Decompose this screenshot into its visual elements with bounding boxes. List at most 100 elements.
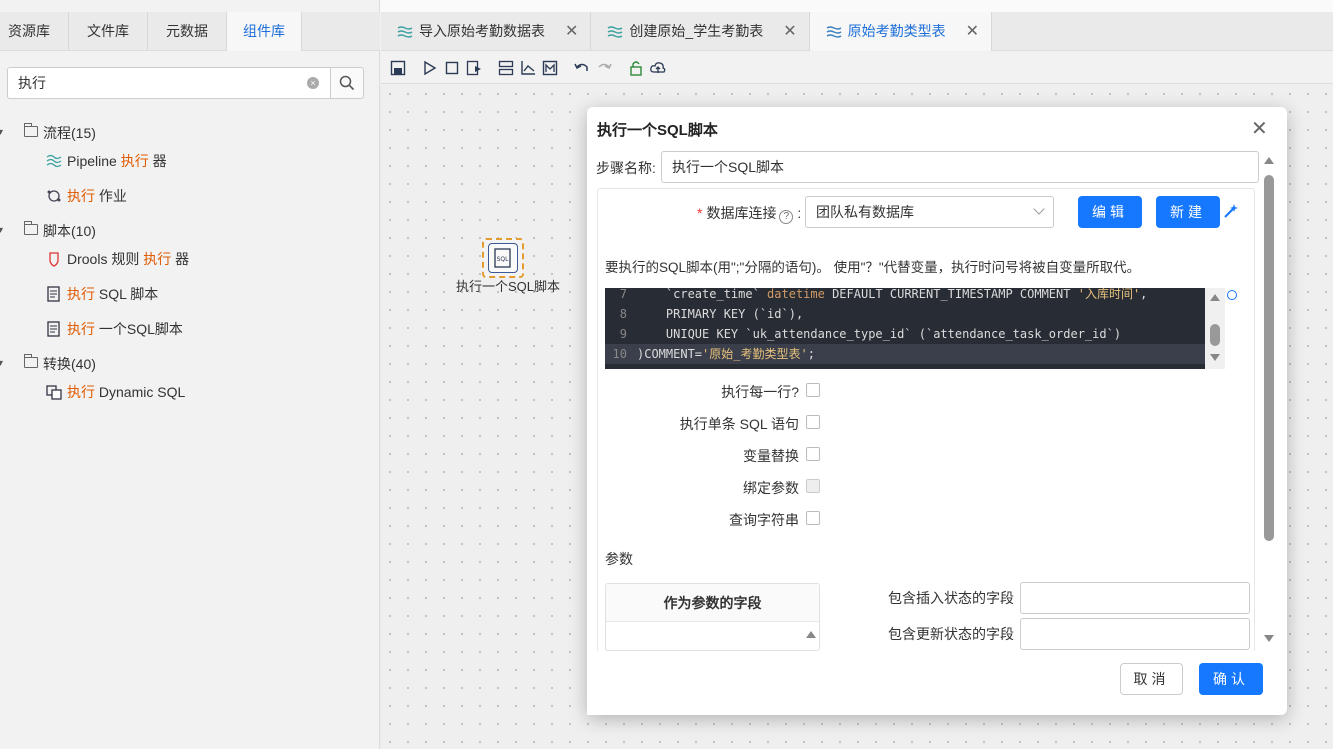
search-row: 执行 ×: [7, 67, 364, 99]
search-button[interactable]: [331, 67, 364, 99]
tree-item-execute-job[interactable]: 执行 作业: [46, 183, 127, 209]
code-line: 8 PRIMARY KEY (`id`),: [605, 304, 1205, 324]
params-table[interactable]: 作为参数的字段: [605, 583, 820, 651]
tree-item-execute-sql-script[interactable]: 执行 SQL 脚本: [46, 281, 158, 307]
scroll-down-icon[interactable]: [1264, 635, 1274, 642]
stop-icon[interactable]: [443, 59, 461, 77]
checkbox-each-row[interactable]: [806, 383, 820, 397]
metric-icon[interactable]: [541, 59, 559, 77]
leaf-suffix: Dynamic SQL: [95, 384, 186, 400]
code-text: ,: [1140, 288, 1148, 301]
checkbox-variable-substitution[interactable]: [806, 447, 820, 461]
dialog-scrollbar[interactable]: [1263, 155, 1275, 645]
code-text: ;: [807, 347, 815, 361]
close-icon[interactable]: ✕: [966, 12, 979, 51]
transform-icon: [608, 25, 623, 38]
unlock-icon[interactable]: [627, 59, 645, 77]
editor-tab-create[interactable]: 创建原始_学生考勤表 ✕: [591, 12, 810, 51]
dynamic-sql-icon: [46, 385, 62, 400]
tree-item-dynamic-sql[interactable]: 执行 Dynamic SQL: [46, 379, 185, 405]
close-icon[interactable]: ✕: [783, 12, 796, 51]
leaf-prefix: Pipeline: [67, 153, 121, 169]
code-keyword: datetime: [767, 288, 825, 301]
code-line-active: 10)COMMENT='原始_考勤类型表';: [605, 344, 1205, 364]
line-number: 7: [619, 288, 627, 301]
tree-group-label: 流程(15): [43, 125, 96, 141]
scroll-up-icon[interactable]: [1210, 294, 1220, 301]
leaf-suffix: SQL 脚本: [95, 286, 159, 302]
tree-item-pipeline-executor[interactable]: Pipeline 执行 器: [46, 148, 167, 174]
caret-down-icon[interactable]: ▾: [0, 351, 3, 377]
option-label-bind-params: 绑定参数: [743, 480, 799, 496]
tab-components[interactable]: 组件库: [227, 12, 302, 51]
scroll-up-icon[interactable]: [806, 631, 816, 638]
checkbox-quote-string[interactable]: [806, 511, 820, 525]
search-icon: [339, 75, 355, 91]
leaf-suffix: 作业: [95, 188, 127, 204]
editor-tab-import[interactable]: 导入原始考勤数据表 ✕: [381, 12, 592, 51]
new-button[interactable]: 新建: [1156, 196, 1220, 228]
code-string: '原始_考勤类型表': [702, 347, 808, 361]
line-number: 9: [619, 327, 627, 341]
insert-field-input[interactable]: [1020, 582, 1250, 614]
leaf-highlight: 执行: [67, 384, 95, 400]
leaf-highlight: 执行: [67, 321, 95, 337]
tab-repository[interactable]: 资源库: [0, 12, 69, 51]
scroll-up-icon[interactable]: [1264, 157, 1274, 164]
dialog-scroll-thumb[interactable]: [1264, 175, 1274, 541]
editor-tab-label: 创建原始_学生考勤表: [629, 23, 764, 39]
params-label: 参数: [605, 551, 633, 567]
leaf-highlight: 执行: [67, 188, 95, 204]
run-icon[interactable]: [421, 59, 439, 77]
preview-icon[interactable]: [465, 59, 483, 77]
step-name-input[interactable]: 执行一个SQL脚本: [661, 151, 1259, 183]
close-icon[interactable]: ✕: [565, 12, 578, 51]
editor-tab-attendance-type[interactable]: 原始考勤类型表 ✕: [809, 12, 993, 51]
wizard-icon[interactable]: [1223, 203, 1239, 222]
leaf-highlight: 执行: [143, 251, 172, 267]
ok-button[interactable]: 确认: [1199, 663, 1263, 695]
help-icon[interactable]: ?: [779, 210, 794, 224]
code-text: DEFAULT CURRENT_TIMESTAMP COMMENT: [824, 288, 1078, 301]
tab-metadata[interactable]: 元数据: [148, 12, 227, 51]
undo-icon[interactable]: [573, 59, 591, 77]
checkbox-bind-params[interactable]: [806, 479, 820, 493]
tree-item-drools-executor[interactable]: Drools 规则 执行 器: [46, 246, 189, 272]
caret-down-icon[interactable]: ▾: [0, 218, 3, 244]
option-label-each-row: 执行每一行?: [721, 384, 799, 400]
chart-icon[interactable]: [519, 59, 537, 77]
sql-script-icon: [47, 286, 60, 302]
scroll-down-icon[interactable]: [1210, 354, 1220, 361]
left-tabs: 资源库 文件库 元数据 组件库: [0, 12, 380, 51]
code-text: `create_time`: [637, 288, 768, 301]
code-scroll-thumb[interactable]: [1210, 324, 1220, 346]
db-connection-label: * 数据库连接? :: [697, 205, 802, 224]
tab-files[interactable]: 文件库: [69, 12, 148, 51]
caret-down-icon[interactable]: ▾: [0, 120, 3, 146]
clear-icon[interactable]: ×: [307, 77, 319, 89]
server-icon[interactable]: [497, 59, 515, 77]
db-connection-select[interactable]: 团队私有数据库: [805, 196, 1054, 228]
editor-tab-label: 导入原始考勤数据表: [419, 23, 545, 39]
tree-group-label: 转换(40): [43, 356, 96, 372]
tree-item-execute-one-sql-script[interactable]: 执行 一个SQL脚本: [46, 316, 183, 342]
cancel-button[interactable]: 取消: [1120, 663, 1183, 695]
transform-icon: [826, 25, 841, 38]
leaf-suffix: 器: [171, 251, 190, 267]
update-field-input[interactable]: [1020, 618, 1250, 650]
cloud-upload-icon[interactable]: [649, 59, 667, 77]
leaf-suffix: 一个SQL脚本: [95, 321, 183, 337]
save-icon[interactable]: [389, 59, 407, 77]
leaf-suffix: 器: [148, 153, 167, 169]
checkbox-single-statement[interactable]: [806, 415, 820, 429]
edit-button[interactable]: 编辑: [1078, 196, 1142, 228]
dialog-title: 执行一个SQL脚本: [597, 122, 718, 139]
job-icon: [47, 190, 61, 202]
search-input[interactable]: 执行: [7, 67, 332, 99]
drools-icon: [49, 252, 59, 267]
code-scrollbar[interactable]: [1205, 288, 1225, 369]
leaf-highlight: 执行: [120, 153, 149, 169]
sql-code-editor[interactable]: 7 `create_time` datetime DEFAULT CURRENT…: [605, 288, 1225, 369]
redo-icon[interactable]: [595, 59, 613, 77]
close-icon[interactable]: ✕: [1251, 119, 1268, 139]
